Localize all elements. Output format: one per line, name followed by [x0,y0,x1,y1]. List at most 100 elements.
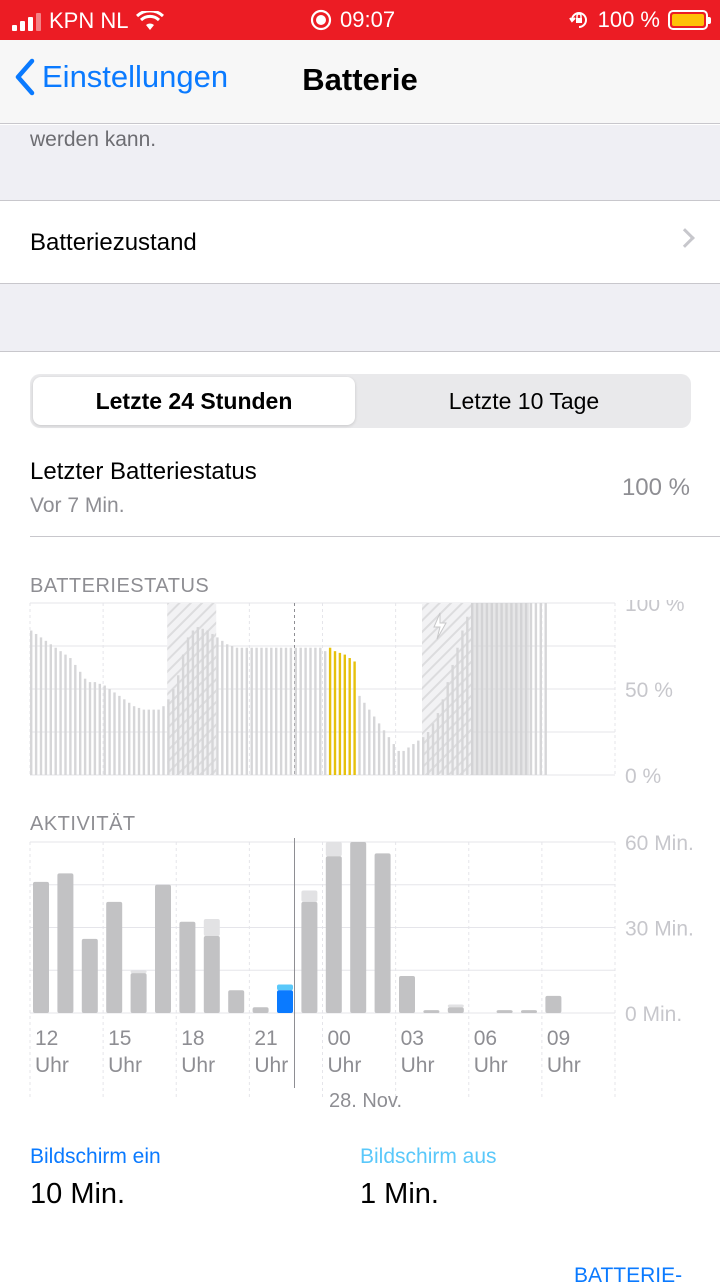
battery-bar [74,664,77,775]
battery-bar [284,647,288,775]
battery-bar [59,651,62,775]
battery-bar [250,647,253,775]
screen-off-bar [277,984,293,991]
screen-on-bar [228,990,245,1013]
battery-health-link[interactable]: BATTERIE- [574,1264,682,1288]
screen-on-bar [301,901,318,1013]
screen-on-bar [350,842,367,1013]
battery-bar [103,685,106,775]
battery-bar [368,709,371,775]
battery-level-chart[interactable]: 100 % 50 % 0 % [0,600,720,790]
battery-bar [79,671,82,775]
x-tick-label: Uhr [328,1054,362,1077]
battery-bar [132,706,136,775]
screen-off-bar [447,1004,464,1008]
battery-bar [118,695,121,775]
y-tick-label: 0 Min. [625,1003,682,1026]
x-tick-label: Uhr [474,1054,508,1077]
x-tick-label: Uhr [254,1054,288,1077]
battery-bar [289,647,293,775]
battery-health-row[interactable]: Batteriezustand [0,200,720,284]
battery-bar [172,689,175,775]
battery-bar [83,678,87,775]
screen-on-bar [374,853,391,1013]
x-tick-label: Uhr [35,1054,69,1077]
battery-bar [270,647,273,775]
battery-bar [186,637,190,775]
battery-bar [436,713,440,775]
screen-recording-icon [310,9,332,31]
screen-off-bar [301,890,318,902]
battery-bar [397,750,400,775]
battery-bar [422,737,425,775]
screen-on-bar [521,1010,537,1013]
battery-bar [304,647,307,775]
screen-on-bar [106,901,123,1013]
battery-bar [407,747,410,775]
battery-bar [466,616,469,775]
battery-bar [245,647,248,775]
battery-bar [230,646,234,775]
orientation-lock-icon [568,12,587,28]
battery-bar [279,647,283,775]
full-charge-region [471,603,530,775]
battery-bar [167,699,170,775]
battery-bar [196,627,199,775]
chevron-right-icon [675,228,695,248]
y-tick-label: 30 Min. [625,918,694,941]
segment-last-24-hours[interactable]: Letzte 24 Stunden [33,377,355,425]
battery-bar [44,640,48,775]
battery-bar [426,732,430,775]
battery-bar [392,744,395,775]
battery-bar [157,709,160,775]
segment-last-10-days[interactable]: Letzte 10 Tage [360,377,688,425]
battery-bar [142,709,146,775]
activity-chart[interactable]: 60 Min. 30 Min. 0 Min. 12 Uhr 15 Uhr 18 Uhr 21 Uhr… [0,830,720,1120]
screen-off-bar [203,918,220,937]
screen-on-label: Bildschirm ein [30,1145,161,1168]
x-tick-label: 03 [401,1027,424,1050]
x-tick-label: 12 [35,1027,58,1050]
battery-bar [348,658,351,775]
battery-bar [363,702,366,775]
x-tick-label: Uhr [108,1054,142,1077]
clock: 09:07 [340,7,396,32]
screen-on-bar [545,995,562,1013]
battery-bar [30,630,33,775]
battery-bar [446,682,449,775]
battery-bar [544,603,547,775]
battery-bar [235,647,239,775]
battery-bar [147,709,150,775]
page-title: Batterie [302,62,418,97]
battery-bar [162,706,165,775]
battery-bar [314,647,317,775]
battery-bar [49,644,52,775]
x-tick-label: Uhr [181,1054,215,1077]
battery-bar [373,716,376,775]
battery-bar [451,664,454,775]
battery-bar [69,658,72,775]
battery-bar [441,699,444,775]
x-tick-label: 00 [328,1027,351,1050]
divider [30,536,720,537]
status-bar: KPN NL 09:07 100 % [0,0,720,40]
battery-bar [387,737,391,775]
screen-on-bar [155,884,171,1013]
carrier-name: KPN NL [49,8,129,33]
signal-icon [12,11,41,31]
battery-bar [412,744,415,775]
battery-bar [201,628,204,775]
battery-bar [539,603,542,775]
screen-on-bar [57,873,74,1013]
battery-bar [265,647,268,775]
battery-bar [211,633,214,775]
x-tick-label: 15 [108,1027,131,1050]
battery-bar [343,654,346,775]
battery-bar [93,682,97,775]
battery-bar [333,651,337,775]
y-tick-label: 60 Min. [625,832,694,855]
battery-bar [309,647,312,775]
battery-bar [358,695,361,775]
screen-on-bar [252,1007,269,1013]
battery-bar [456,647,459,775]
